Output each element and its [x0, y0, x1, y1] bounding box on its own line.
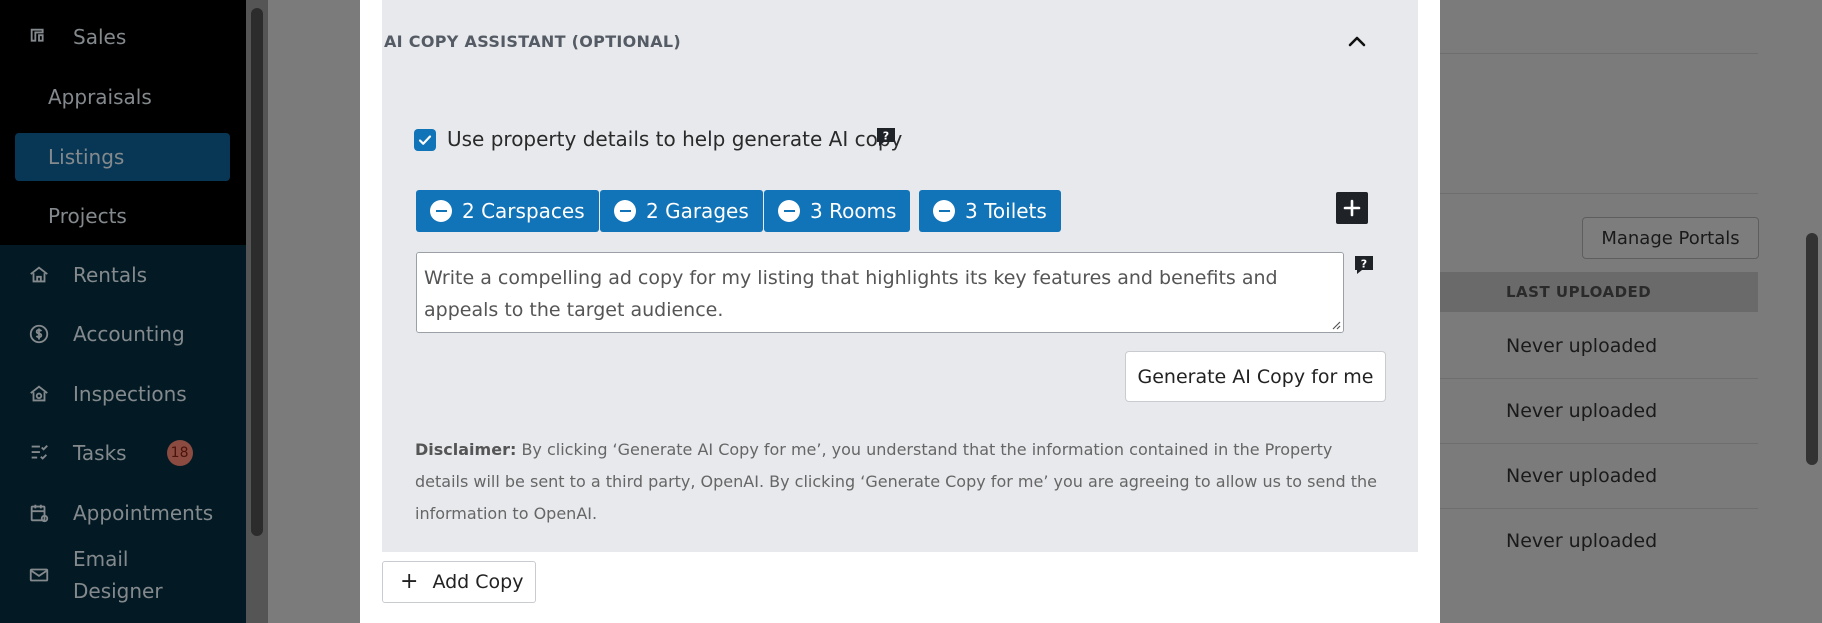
chip-carspaces[interactable]: 2 Carspaces: [416, 190, 599, 232]
sidebar-item-label: Listings: [48, 145, 125, 169]
last-uploaded-header: LAST UPLOADED: [1440, 272, 1758, 312]
table-row-divider: [1440, 378, 1758, 379]
plus-icon: [1343, 199, 1361, 217]
sidebar-item-label: Projects: [48, 204, 127, 228]
sales-icon: [27, 25, 51, 49]
use-property-details-checkbox[interactable]: [414, 129, 436, 151]
checklist-icon: [27, 441, 51, 465]
calendar-icon: [27, 501, 51, 525]
divider: [1440, 193, 1758, 194]
add-copy-label: Add Copy: [432, 571, 524, 593]
nav-email-label-line1: Email: [73, 547, 129, 571]
nav-accounting-label: Accounting: [73, 322, 185, 346]
svg-text:?: ?: [1361, 258, 1367, 271]
nav-inspections-label: Inspections: [73, 382, 187, 406]
remove-icon[interactable]: [430, 200, 452, 222]
disclaimer-text: Disclaimer: By clicking ‘Generate AI Cop…: [415, 434, 1385, 530]
generate-ai-copy-button[interactable]: Generate AI Copy for me: [1125, 351, 1386, 402]
nav-email-designer[interactable]: Email Designer: [0, 542, 246, 608]
manage-portals-button[interactable]: Manage Portals: [1582, 217, 1759, 259]
nav-appointments-label: Appointments: [73, 501, 214, 525]
chevron-up-icon[interactable]: [1345, 30, 1369, 54]
disclaimer-body: By clicking ‘Generate AI Copy for me’, y…: [415, 440, 1377, 523]
table-row-divider: [1440, 443, 1758, 444]
help-icon[interactable]: ?: [876, 127, 896, 147]
nav-email-label-line2: Designer: [73, 579, 163, 603]
chip-label: 3 Toilets: [965, 199, 1047, 223]
nav-tasks-label: Tasks: [73, 441, 127, 465]
sidebar-scrollbar-thumb[interactable]: [251, 8, 263, 536]
ai-prompt-textarea[interactable]: Write a compelling ad copy for my listin…: [416, 252, 1344, 333]
nav-appointments[interactable]: Appointments: [0, 490, 246, 536]
table-cell-last-uploaded: Never uploaded: [1506, 400, 1658, 422]
remove-icon[interactable]: [933, 200, 955, 222]
checkmark-icon: [418, 135, 432, 145]
table-cell-last-uploaded: Never uploaded: [1506, 530, 1658, 552]
table-row-divider: [1440, 508, 1758, 509]
chip-garages[interactable]: 2 Garages: [600, 190, 763, 232]
tasks-count-badge: 18: [166, 440, 193, 466]
nav-sales-label: Sales: [73, 25, 127, 49]
add-copy-button[interactable]: + Add Copy: [382, 561, 536, 603]
chip-label: 2 Carspaces: [462, 199, 585, 223]
sidebar-item-appraisals[interactable]: Appraisals: [15, 73, 230, 121]
sidebar-item-label: Appraisals: [48, 85, 152, 109]
home-icon: [27, 263, 51, 287]
divider: [1440, 53, 1758, 54]
plus-icon: +: [400, 569, 419, 594]
envelope-icon: [27, 563, 51, 587]
dollar-circle-icon: [27, 322, 51, 346]
chip-label: 3 Rooms: [810, 199, 897, 223]
remove-icon[interactable]: [614, 200, 636, 222]
use-property-details-label: Use property details to help generate AI…: [447, 127, 903, 151]
sidebar-item-projects[interactable]: Projects: [15, 192, 230, 240]
house-search-icon: [27, 382, 51, 406]
nav-rentals-label: Rentals: [73, 263, 148, 287]
nav-sales[interactable]: Sales: [0, 14, 246, 60]
nav-inspections[interactable]: Inspections: [0, 371, 246, 417]
sidebar-item-listings[interactable]: Listings: [15, 133, 230, 181]
nav-accounting[interactable]: Accounting: [0, 311, 246, 357]
chip-label: 2 Garages: [646, 199, 749, 223]
page-scrollbar-thumb[interactable]: [1806, 233, 1818, 465]
help-icon[interactable]: ?: [1354, 255, 1374, 275]
disclaimer-label: Disclaimer:: [415, 440, 517, 459]
table-cell-last-uploaded: Never uploaded: [1506, 465, 1658, 487]
svg-text:?: ?: [883, 130, 889, 143]
sidebar: Sales Appraisals Listings Projects Renta…: [0, 0, 246, 623]
resize-grip-icon[interactable]: [1331, 320, 1341, 330]
nav-rentals[interactable]: Rentals: [0, 252, 246, 298]
chip-rooms[interactable]: 3 Rooms: [764, 190, 911, 232]
sidebar-scrollbar[interactable]: [246, 0, 268, 623]
table-cell-last-uploaded: Never uploaded: [1506, 335, 1658, 357]
nav-email-designer-label: Email Designer: [73, 543, 163, 607]
section-title: AI COPY ASSISTANT (OPTIONAL): [384, 32, 682, 51]
nav-tasks[interactable]: Tasks 18: [0, 430, 246, 476]
remove-icon[interactable]: [778, 200, 800, 222]
chip-toilets[interactable]: 3 Toilets: [919, 190, 1061, 232]
add-detail-button[interactable]: [1336, 192, 1368, 224]
